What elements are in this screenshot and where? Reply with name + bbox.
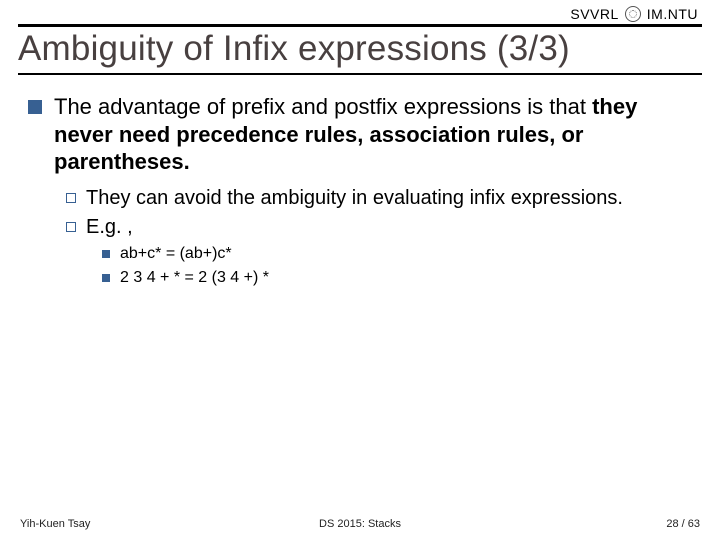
hollow-square-bullet-icon bbox=[66, 193, 76, 203]
header-rule-bottom bbox=[18, 73, 702, 75]
slide-title: Ambiguity of Infix expressions (3/3) bbox=[18, 29, 702, 69]
slide-footer: Yih-Kuen Tsay DS 2015: Stacks 28 / 63 bbox=[0, 518, 720, 530]
small-square-bullet-icon bbox=[102, 274, 110, 282]
bullet-level3: 2 3 4 + * = 2 (3 4 +) * bbox=[102, 268, 692, 289]
hollow-square-bullet-icon bbox=[66, 222, 76, 232]
bullet-level2-text: E.g. , bbox=[86, 215, 133, 240]
bullet-level2-text: They can avoid the ambiguity in evaluati… bbox=[86, 186, 623, 211]
slide: SVVRL IM.NTU Ambiguity of Infix expressi… bbox=[0, 0, 720, 540]
bullet-level3: ab+c* = (ab+)c* bbox=[102, 244, 692, 265]
footer-course: DS 2015: Stacks bbox=[0, 518, 720, 530]
slide-body: The advantage of prefix and postfix expr… bbox=[18, 75, 702, 289]
square-bullet-icon bbox=[28, 100, 42, 114]
brand-right: IM.NTU bbox=[647, 6, 698, 22]
brand-left: SVVRL bbox=[570, 6, 618, 22]
bullet-level1: The advantage of prefix and postfix expr… bbox=[28, 93, 692, 176]
bullet-level2: They can avoid the ambiguity in evaluati… bbox=[66, 186, 692, 211]
bullet-level1-text: The advantage of prefix and postfix expr… bbox=[54, 93, 692, 176]
slide-header: SVVRL IM.NTU Ambiguity of Infix expressi… bbox=[18, 0, 702, 75]
bullet-level3-text: 2 3 4 + * = 2 (3 4 +) * bbox=[120, 268, 269, 289]
bullet-level3-text: ab+c* = (ab+)c* bbox=[120, 244, 232, 265]
brand-row: SVVRL IM.NTU bbox=[18, 6, 702, 22]
header-rule-top bbox=[18, 24, 702, 27]
level3-group: ab+c* = (ab+)c* 2 3 4 + * = 2 (3 4 +) * bbox=[28, 244, 692, 290]
small-square-bullet-icon bbox=[102, 250, 110, 258]
logo-icon bbox=[625, 6, 641, 22]
level2-group: They can avoid the ambiguity in evaluati… bbox=[28, 186, 692, 240]
bullet-level2: E.g. , bbox=[66, 215, 692, 240]
